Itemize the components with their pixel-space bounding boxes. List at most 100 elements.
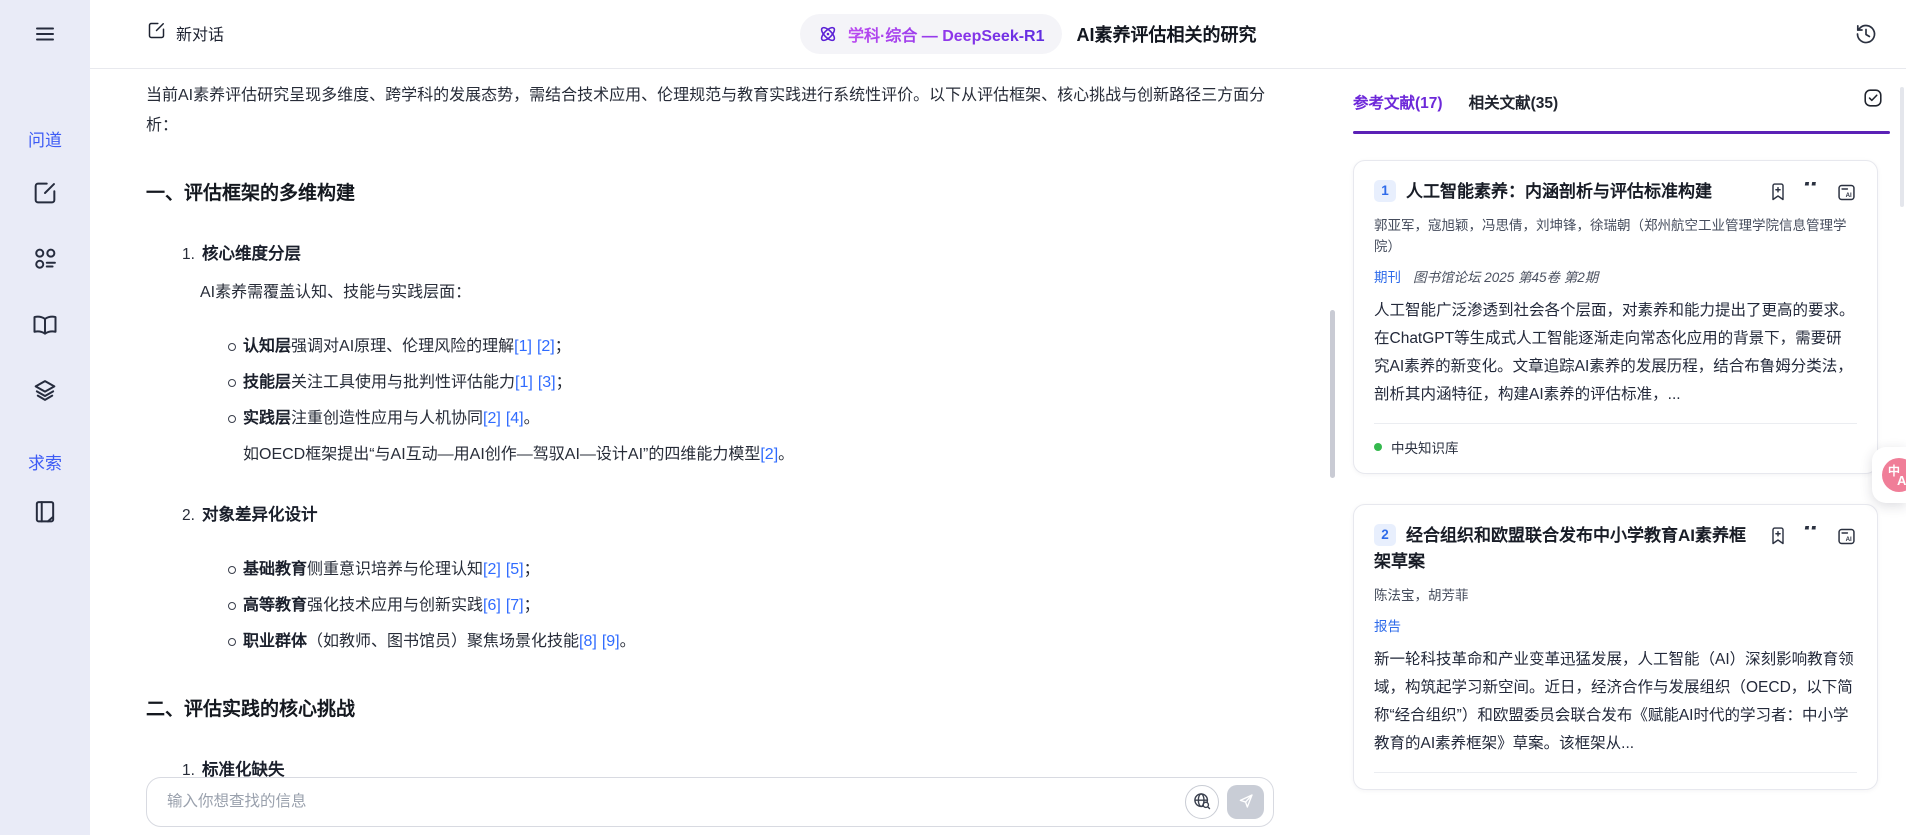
panel-scrollbar[interactable] [1900,87,1904,207]
history-clock-icon [1854,34,1878,49]
section-heading: 一、评估框架的多维构建 [146,179,1277,209]
bullet-list: 认知层强调对AI原理、伦理风险的理解[1][2]；技能层关注工具使用与批判性评估… [228,332,1277,434]
compose-icon [146,20,167,46]
sidebar-item-qiusuo[interactable]: 求索 [28,449,62,474]
card-divider [1374,423,1857,424]
citation-link[interactable]: [1] [514,338,532,355]
journal-icon-button[interactable] [30,498,60,528]
open-book-icon [31,311,59,342]
reference-card[interactable]: “ AI 2经合组织和欧盟联合发布中小学教育AI素养框架草案 陈法宝，胡芳菲 报… [1353,504,1878,790]
send-button[interactable] [1227,785,1264,819]
tab-references[interactable]: 参考文献(17) [1353,91,1443,113]
translate-widget[interactable]: 中 A [1872,447,1906,503]
citation-link[interactable]: [2] [760,446,778,463]
card-type-tag[interactable]: 报告 [1374,615,1401,635]
paper-plane-icon [1237,792,1255,813]
new-chat-icon-button[interactable] [30,179,60,209]
source-status-dot [1374,443,1382,451]
bullet-item: 认知层强调对AI原理、伦理风险的理解[1][2]； [228,332,1277,362]
ai-summary-icon[interactable]: AI [1836,526,1857,548]
model-badge-label: 学科·综合 — DeepSeek-R1 [848,22,1045,46]
hamburger-icon [33,22,57,49]
card-title[interactable]: 人工智能素养：内涵剖析与评估标准构建 [1406,182,1712,201]
conversation-title: AI素养评估相关的研究 [1077,21,1257,47]
citation-link[interactable]: [5] [506,561,524,578]
item-number: 2. [182,507,195,524]
citation-link[interactable]: [9] [602,633,620,650]
citation-link[interactable]: [3] [538,374,556,391]
model-group: 学科·综合 — DeepSeek-R1 AI素养评估相关的研究 [800,0,1257,68]
card-type-tag[interactable]: 期刊 [1374,266,1401,286]
bullet-item: 职业群体（如教师、图书馆员）聚焦场景化技能[8][9]。 [228,627,1277,657]
item-lead: AI素养需覆盖认知、技能与实践层面： [200,278,1277,308]
globe-search-icon [1192,791,1212,814]
translate-en-glyph: A [1897,473,1906,488]
bookmark-add-icon[interactable] [1768,182,1788,204]
svg-text:AI: AI [1846,535,1852,542]
bold-term: 认知层 [243,338,291,355]
card-divider [1374,772,1857,773]
card-number: 2 [1374,524,1396,546]
multi-select-button[interactable] [1862,87,1884,112]
reference-card[interactable]: “ AI 1 人工智能素养：内涵剖析与评估标准构建 郭亚军，寇旭颖，冯思倩，刘坤锋… [1353,160,1878,474]
card-actions: “ AI [1768,182,1857,204]
item-title: 核心维度分层 [202,245,301,263]
citation-link[interactable]: [6] [483,597,501,614]
citation-link[interactable]: [8] [579,633,597,650]
search-input[interactable] [165,792,1185,812]
check-square-icon [1862,97,1884,112]
bold-term: 技能层 [243,374,291,391]
new-chat-label: 新对话 [176,21,224,45]
item-number: 1. [182,246,195,263]
card-abstract: 新一轮科技革命和产业变革迅猛发展，人工智能（AI）深刻影响教育领域，构筑起学习新… [1374,646,1857,758]
quote-icon[interactable]: “ [1803,526,1821,548]
bookmark-add-icon[interactable] [1768,526,1788,548]
card-authors: 陈法宝，胡芳菲 [1374,585,1857,606]
svg-text:AI: AI [1846,191,1852,198]
numbered-item: 1.核心维度分层AI素养需覆盖认知、技能与实践层面：认知层强调对AI原理、伦理风… [146,239,1277,470]
citation-link[interactable]: [2] [537,338,555,355]
web-search-toggle-button[interactable] [1185,785,1219,819]
bold-term: 基础教育 [243,561,307,578]
citation-link[interactable]: [2] [483,410,501,427]
library-icon-button[interactable] [30,311,60,341]
new-chat-button[interactable]: 新对话 [146,20,224,46]
bullet-item: 技能层关注工具使用与批判性评估能力[1][3]； [228,368,1277,398]
translate-icon[interactable]: 中 A [1882,458,1906,492]
composer [146,777,1274,827]
sidebar: 问道 求索 [0,0,90,835]
main-scrollbar[interactable] [1330,310,1335,478]
card-title[interactable]: 经合组织和欧盟联合发布中小学教育AI素养框架草案 [1374,526,1746,571]
tab-related[interactable]: 相关文献(35) [1469,91,1559,113]
bullet-item: 实践层注重创造性应用与人机协同[2][4]。 [228,404,1277,434]
apps-icon-button[interactable] [30,245,60,275]
topbar: 新对话 学科·综合 — DeepSeek-R1 AI素养评估相关的研究 [90,0,1906,69]
item-title: 对象差异化设计 [202,506,318,524]
card-authors: 郭亚军，寇旭颖，冯思倩，刘坤锋，徐瑞朝（郑州航空工业管理学院信息管理学院） [1374,215,1857,257]
bullet-item: 高等教育强化技术应用与创新实践[6][7]； [228,591,1277,621]
sidebar-item-wendao[interactable]: 问道 [28,126,62,151]
citation-link[interactable]: [2] [483,561,501,578]
citation-link[interactable]: [4] [506,410,524,427]
menu-toggle-button[interactable] [30,20,60,50]
citation-link[interactable]: [1] [515,374,533,391]
layers-icon [31,377,59,408]
quote-glyph: “ [1803,182,1821,198]
history-button[interactable] [1854,22,1878,49]
ai-summary-icon[interactable]: AI [1836,182,1857,204]
source-label: 中央知识库 [1391,437,1459,457]
answer-body: 当前AI素养评估研究呈现多维度、跨学科的发展态势，需结合技术应用、伦理规范与教育… [90,69,1337,820]
reference-tabs: 参考文献(17) 相关文献(35) [1337,69,1906,119]
layers-icon-button[interactable] [30,377,60,407]
quote-icon[interactable]: “ [1803,182,1821,204]
card-abstract: 人工智能广泛渗透到社会各个层面，对素养和能力提出了更高的要求。在ChatGPT等… [1374,297,1857,409]
item-note: 如OECD框架提出“与AI互动—用AI创作—驾驭AI—设计AI”的四维能力模型[… [243,440,1277,470]
model-badge[interactable]: 学科·综合 — DeepSeek-R1 [800,14,1062,54]
app-root: 问道 求索 [0,0,1906,835]
citation-link[interactable]: [7] [506,597,524,614]
journal-icon [31,498,59,529]
bullet-item: 基础教育侧重意识培养与伦理认知[2][5]； [228,555,1277,585]
active-tab-indicator [1353,131,1890,134]
card-number: 1 [1374,180,1396,202]
card-actions: “ AI [1768,526,1857,548]
